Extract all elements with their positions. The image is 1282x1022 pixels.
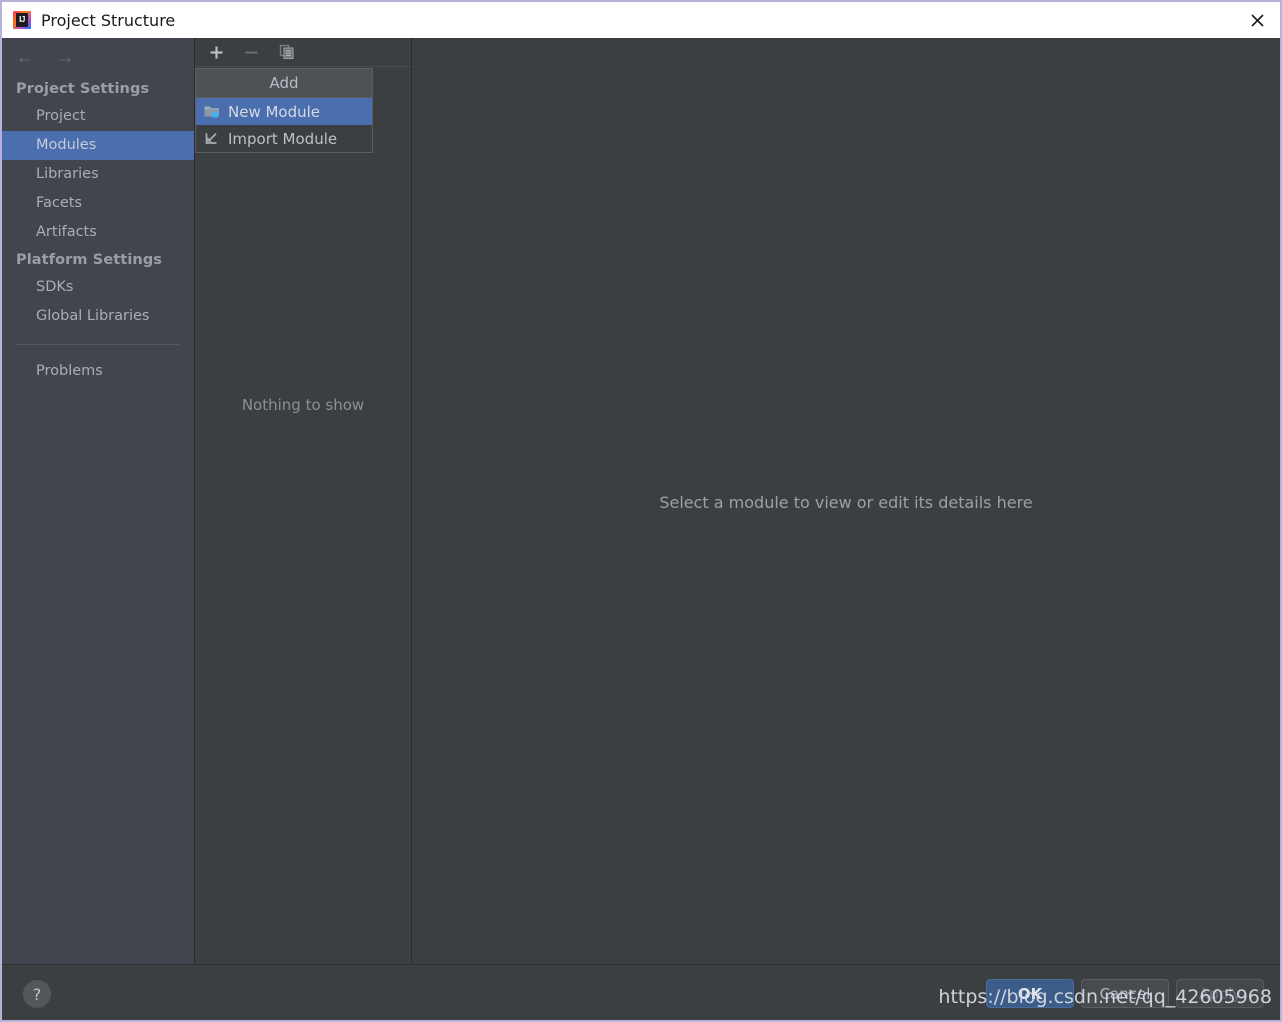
popup-item-import-module[interactable]: Import Module	[196, 125, 372, 152]
empty-state-text: Nothing to show	[241, 396, 365, 414]
sidebar-item-libraries[interactable]: Libraries	[2, 160, 194, 189]
project-structure-dialog: IJ Project Structure ← → Project Setting…	[0, 0, 1282, 1022]
window-title: Project Structure	[41, 10, 176, 30]
add-dropdown-popup: Add New Module Import Module	[195, 68, 373, 153]
sidebar-item-artifacts[interactable]: Artifacts	[2, 218, 194, 247]
sidebar-nav-row: ← →	[2, 38, 194, 76]
modules-toolbar	[195, 38, 411, 67]
sidebar-item-problems[interactable]: Problems	[2, 357, 194, 386]
popup-item-label: Import Module	[228, 129, 338, 148]
sidebar-group-platform-settings: Platform Settings	[16, 252, 163, 268]
settings-sidebar: ← → Project Settings Project Modules Lib…	[2, 38, 194, 964]
details-placeholder-text: Select a module to view or edit its deta…	[659, 493, 1033, 512]
watermark-url: https://blog.csdn.net/qq_42605968	[938, 986, 1272, 1008]
add-popup-title: Add	[196, 69, 372, 98]
sidebar-item-project[interactable]: Project	[2, 102, 194, 131]
modules-list-panel: Nothing to show Add New Module Import Mo…	[194, 38, 412, 964]
new-module-folder-icon	[204, 104, 220, 120]
sidebar-divider	[16, 344, 180, 345]
module-details-pane: Select a module to view or edit its deta…	[412, 38, 1280, 964]
sidebar-item-sdks[interactable]: SDKs	[2, 273, 194, 302]
app-icon-label: IJ	[19, 15, 25, 24]
popup-item-label: New Module	[228, 102, 321, 121]
sidebar-item-modules[interactable]: Modules	[2, 131, 194, 160]
sidebar-item-global-libraries[interactable]: Global Libraries	[2, 302, 194, 331]
dialog-body: ← → Project Settings Project Modules Lib…	[2, 38, 1280, 964]
copy-icon	[277, 43, 296, 62]
plus-icon[interactable]	[207, 43, 226, 62]
sidebar-group-project-settings: Project Settings	[16, 81, 150, 97]
title-bar: IJ Project Structure	[2, 2, 1280, 38]
import-module-arrow-icon	[204, 131, 220, 147]
minus-icon	[242, 43, 261, 62]
intellij-idea-icon: IJ	[13, 11, 31, 29]
arrow-right-icon[interactable]: →	[54, 46, 76, 68]
question-mark-icon[interactable]: ?	[23, 980, 51, 1008]
popup-item-new-module[interactable]: New Module	[196, 98, 372, 125]
sidebar-item-facets[interactable]: Facets	[2, 189, 194, 218]
arrow-left-icon[interactable]: ←	[14, 46, 36, 68]
close-icon[interactable]	[1234, 2, 1280, 38]
